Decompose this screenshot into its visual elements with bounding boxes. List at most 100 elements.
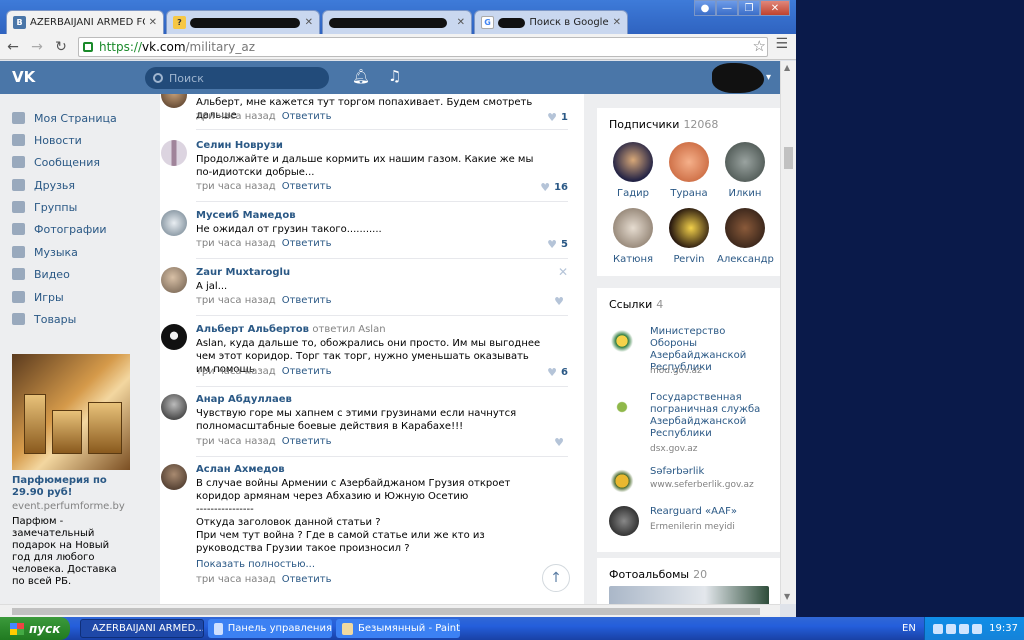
subscribers-title[interactable]: Подписчики 12068 [609,118,718,131]
reply-link[interactable]: Ответить [282,366,332,377]
comment-author[interactable]: Zaur Muxtaroglu [196,267,290,278]
comment-time[interactable]: три часа назад [196,181,276,192]
signal-icon[interactable] [946,623,957,634]
avatar[interactable] [161,394,187,420]
back-button[interactable]: ← [2,36,24,58]
reply-link[interactable]: Ответить [282,574,332,585]
comment-time[interactable]: три часа назад [196,295,276,306]
vk-logo[interactable]: VK [12,68,40,88]
close-icon[interactable]: ✕ [453,17,465,28]
comment-time[interactable]: три часа назад [196,111,276,122]
minimize-button[interactable]: — [716,0,738,16]
avatar[interactable] [161,210,187,236]
language-indicator[interactable]: EN [902,623,916,634]
tab-vk[interactable]: В AZERBAIJANI ARMED FORCES ✕ [6,10,164,34]
subscriber[interactable]: Катюня [605,208,661,265]
bookmark-star-icon[interactable]: ☆ [753,37,766,55]
sidebar-item-photos[interactable]: Фотографии [12,219,107,239]
like-button[interactable]: ♥ [554,436,568,449]
tab-google[interactable]: G Поиск в Google ✕ [474,10,628,34]
sidebar-item-goods[interactable]: Товары [12,309,76,329]
start-button[interactable]: пуск [0,617,70,640]
sidebar-item-messages[interactable]: Сообщения [12,152,100,172]
scroll-up-arrow-icon[interactable]: ▲ [784,63,790,72]
task-paint[interactable]: Безымянный - Paint [336,619,460,638]
subscriber[interactable]: Александр [717,208,774,265]
reply-link[interactable]: Ответить [282,181,332,192]
replied-to[interactable]: ответил Aslan [312,324,385,335]
like-button[interactable]: ♥ [554,295,568,308]
like-button[interactable]: ♥ 16 [540,181,568,194]
link-name[interactable]: Səfərbərlik [650,466,775,478]
avatar[interactable] [161,464,187,490]
sidebar-item-music[interactable]: Музыка [12,242,78,262]
reply-link[interactable]: Ответить [282,111,332,122]
close-icon[interactable]: ✕ [558,265,568,279]
browser-menu-icon[interactable]: ☰ [775,36,788,52]
network-icon[interactable] [933,623,944,634]
task-chrome[interactable]: AZERBAIJANI ARMED... [80,619,204,638]
close-window-button[interactable]: ✕ [760,0,790,16]
albums-title[interactable]: Фотоальбомы 20 [609,568,707,581]
subscriber[interactable]: Илкин [717,142,773,199]
security-icon[interactable] [972,623,983,634]
chevron-down-icon[interactable]: ▾ [766,72,771,83]
comment-author[interactable]: Альберт Альбертов ответил Aslan [196,324,386,335]
ad-title[interactable]: Парфюмерия по 29.90 руб! [12,475,130,499]
album-thumbnail[interactable] [609,586,769,604]
sidebar-item-my-page[interactable]: Моя Страница [12,108,117,128]
comment-time[interactable]: три часа назад [196,574,276,585]
scroll-to-top-button[interactable]: ↑ [542,564,570,592]
close-icon[interactable]: ✕ [301,17,313,28]
link-name[interactable]: Rearguard «AAF» [650,506,775,518]
vertical-scrollbar[interactable]: ▲ ▼ [780,61,796,604]
tab-redacted-1[interactable]: ? ✕ [166,10,320,34]
redacted-user-menu[interactable] [712,63,764,93]
close-icon[interactable]: ✕ [145,17,157,28]
comment-author[interactable]: Мусеиб Мамедов [196,210,296,221]
scroll-thumb[interactable] [12,608,760,615]
author-name[interactable]: Альберт Альбертов [196,324,309,335]
reply-link[interactable]: Ответить [282,238,332,249]
sidebar-item-news[interactable]: Новости [12,130,82,150]
comment-author[interactable]: Аслан Ахмедов [196,464,285,475]
scroll-down-arrow-icon[interactable]: ▼ [784,592,790,601]
sidebar-item-video[interactable]: Видео [12,264,70,284]
reply-link[interactable]: Ответить [282,436,332,447]
avatar[interactable] [161,94,187,108]
ad-block[interactable]: Парфюмерия по 29.90 руб! event.perfumfor… [12,354,130,588]
subscriber[interactable]: Гадир [605,142,661,199]
sidebar-item-groups[interactable]: Группы [12,197,77,217]
address-bar[interactable]: https:// vk.com /military_az [78,37,768,57]
comment-time[interactable]: три часа назад [196,366,276,377]
profile-icon[interactable]: ● [694,0,716,16]
task-control-panel[interactable]: Панель управления [208,619,332,638]
search-input[interactable]: Поиск [145,67,329,89]
avatar[interactable] [161,267,187,293]
comment-author[interactable]: Анар Абдуллаев [196,394,292,405]
forward-button[interactable]: → [26,36,48,58]
horizontal-scrollbar[interactable] [0,604,780,617]
avatar[interactable] [161,324,187,350]
comment-time[interactable]: три часа назад [196,238,276,249]
ad-image[interactable] [12,354,130,470]
like-button[interactable]: ♥ 5 [547,238,568,251]
comment-author[interactable]: Селин Новрузи [196,140,283,151]
music-note-icon[interactable]: ♫ [388,67,401,85]
like-button[interactable]: ♥ 6 [547,366,568,379]
subscriber[interactable]: Pervin [661,208,717,265]
close-icon[interactable]: ✕ [609,17,621,28]
sidebar-item-games[interactable]: Игры [12,287,64,307]
comment-time[interactable]: три часа назад [196,436,276,447]
like-button[interactable]: ♥ 1 [547,111,568,124]
volume-icon[interactable] [959,623,970,634]
sidebar-item-friends[interactable]: Друзья [12,175,75,195]
maximize-button[interactable]: ❐ [738,0,760,16]
clock[interactable]: 19:37 [989,623,1018,634]
show-more-link[interactable]: Показать полностью... [196,559,315,570]
scroll-thumb[interactable] [784,147,793,169]
reload-button[interactable]: ↻ [50,36,72,58]
tab-redacted-2[interactable]: ✕ [322,10,472,34]
avatar[interactable] [161,140,187,166]
subscriber[interactable]: Турана [661,142,717,199]
